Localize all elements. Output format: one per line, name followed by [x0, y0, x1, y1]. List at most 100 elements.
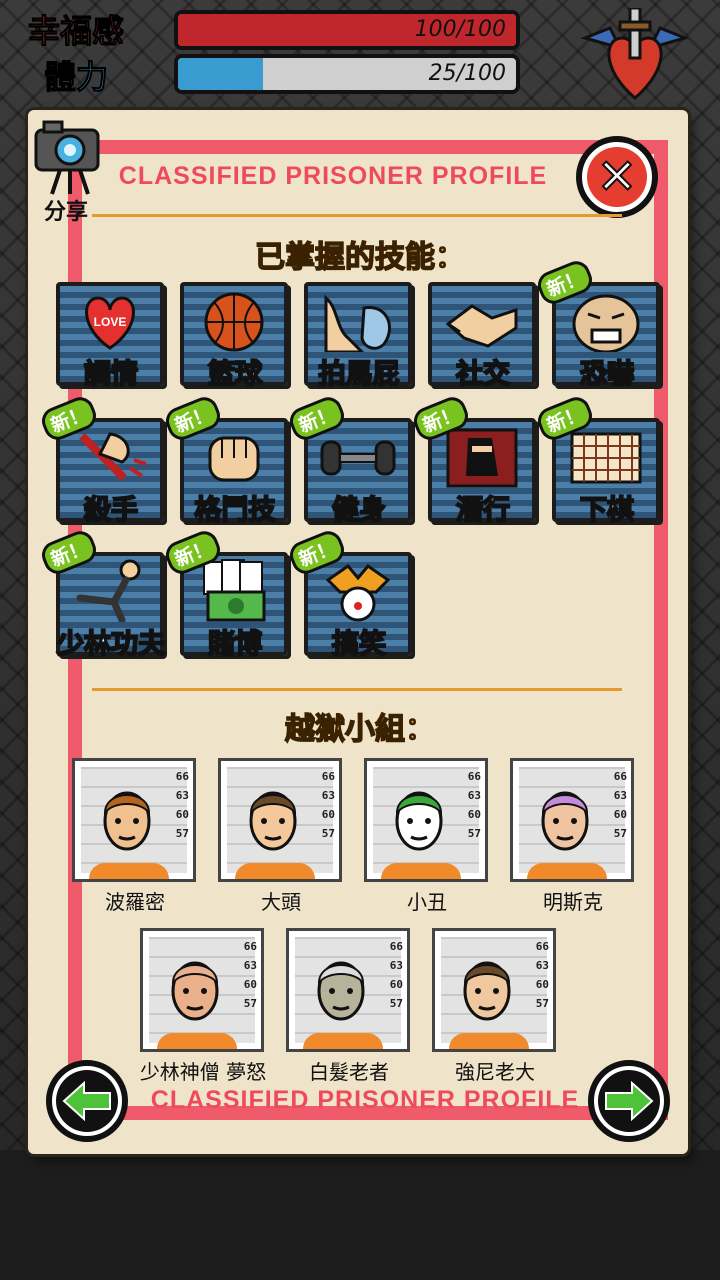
ruler-number: 66 [175, 770, 189, 783]
ruler-number: 57 [467, 827, 481, 840]
ruler-number: 66 [243, 940, 257, 953]
skill-ninja[interactable]: 新！ 潛行 [409, 393, 538, 527]
skill-label: 健身 [331, 494, 387, 527]
mugshot-photo: 66 63 60 57 [140, 928, 264, 1052]
heart-dagger-emblem-icon [580, 8, 690, 100]
ruler-number: 63 [243, 959, 257, 972]
ruler-number: 63 [175, 789, 189, 802]
height-ruler: 66 63 60 57 [390, 937, 403, 1013]
ruler-number: 60 [389, 978, 403, 991]
happiness-label: 幸福感 [27, 12, 125, 51]
ruler-number: 57 [613, 827, 627, 840]
basketball-icon [204, 292, 264, 352]
skill-label: 恐嚇 [579, 358, 635, 391]
ruler-number: 66 [321, 770, 335, 783]
ruler-number: 63 [467, 789, 481, 802]
height-ruler: 66 63 60 57 [244, 937, 257, 1013]
prison-shirt [89, 863, 169, 879]
ruler-number: 57 [243, 997, 257, 1010]
height-ruler: 66 63 60 57 [536, 937, 549, 1013]
ruler-number: 63 [613, 789, 627, 802]
crew-member-name: 強尼老大 [455, 1060, 535, 1084]
skill-jester[interactable]: 新！ 搞笑 [285, 527, 414, 661]
next-button[interactable] [588, 1060, 670, 1142]
mugshot-photo: 66 63 60 57 [364, 758, 488, 882]
ruler-number: 60 [243, 978, 257, 991]
previous-button[interactable] [46, 1060, 128, 1142]
arrow-left-icon [62, 1081, 111, 1121]
mugshot-photo: 66 63 60 57 [286, 928, 410, 1052]
close-button[interactable]: ✕ [576, 136, 658, 218]
kungfu-kick-icon [76, 559, 141, 622]
skill-kiss-butt[interactable]: 拍馬屁 [304, 282, 414, 391]
stamina-bar-fill [178, 58, 263, 90]
handshake-icon [445, 304, 518, 348]
skill-label: 格鬥技 [194, 494, 277, 527]
prisoner-face-icon [171, 961, 219, 1021]
height-ruler: 66 63 60 57 [468, 767, 481, 843]
skill-cards-money[interactable]: 新！ 賭博 [161, 527, 290, 661]
ruler-number: 60 [467, 808, 481, 821]
skill-handshake[interactable]: 社交 [428, 282, 538, 391]
ruler-number: 57 [389, 997, 403, 1010]
height-ruler: 66 63 60 57 [322, 767, 335, 843]
floor-shadow [0, 1150, 720, 1280]
fist-icon [208, 436, 260, 482]
happiness-bar: 100/100 [174, 10, 520, 50]
ruler-number: 66 [389, 940, 403, 953]
skill-fist[interactable]: 新！ 格鬥技 [161, 393, 290, 527]
skill-label: 殺手 [83, 494, 139, 527]
ruler-number: 63 [535, 959, 549, 972]
skills-heading: 已掌握的技能： [254, 239, 466, 276]
dumbbell-icon [320, 440, 396, 476]
knife-hand-icon [79, 432, 147, 481]
ruler-number: 60 [321, 808, 335, 821]
skill-angry-face[interactable]: 新！ 恐嚇 [533, 257, 662, 391]
ruler-number: 60 [613, 808, 627, 821]
prison-shirt [235, 863, 315, 879]
skill-label: 拍馬屁 [318, 358, 401, 391]
skill-basketball[interactable]: 籃球 [180, 282, 290, 391]
angry-face-icon [572, 294, 640, 352]
ruler-number: 57 [321, 827, 335, 840]
prison-shirt [157, 1033, 237, 1049]
stamina-value: 25/100 [428, 61, 506, 86]
crew-member-name: 明斯克 [543, 890, 603, 914]
skill-kungfu-kick[interactable]: 新！ 少林功夫 [37, 527, 166, 661]
ruler-number: 63 [321, 789, 335, 802]
happiness-value: 100/100 [414, 17, 506, 42]
cards-money-icon [203, 559, 266, 622]
skill-dumbbell[interactable]: 新！ 健身 [285, 393, 414, 527]
mugshot-photo: 66 63 60 57 [72, 758, 196, 882]
skill-label: 下棋 [579, 494, 635, 527]
prisoner-face-icon [395, 791, 443, 851]
ruler-number: 60 [175, 808, 189, 821]
prisoner-face-icon [317, 961, 365, 1021]
prisoner-face-icon [103, 791, 151, 851]
skill-label: 賭博 [207, 628, 263, 661]
prison-shirt [527, 863, 607, 879]
skill-label: 潛行 [455, 494, 511, 527]
ruler-number: 57 [175, 827, 189, 840]
ruler-number: 57 [535, 997, 549, 1010]
crew-heading: 越獄小組： [284, 711, 436, 748]
skill-chessboard[interactable]: 新！ 下棋 [533, 393, 662, 527]
skill-label: 少林功夫 [56, 628, 166, 661]
height-ruler: 66 63 60 57 [614, 767, 627, 843]
mugshot-photo: 66 63 60 57 [432, 928, 556, 1052]
prison-shirt [303, 1033, 383, 1049]
ruler-number: 60 [535, 978, 549, 991]
prisoner-face-icon [541, 791, 589, 851]
prison-shirt [381, 863, 461, 879]
ruler-number: 66 [535, 940, 549, 953]
skill-knife-hand[interactable]: 新！ 殺手 [37, 393, 166, 527]
skill-label: 籃球 [207, 358, 263, 391]
ninja-icon [446, 428, 518, 488]
ruler-number: 66 [613, 770, 627, 783]
arrow-right-icon [605, 1081, 654, 1121]
skill-love-heart[interactable]: LOVE 調情 [56, 282, 166, 391]
profile-title-bottom: CLASSIFIED PRISONER PROFILE [150, 1086, 580, 1114]
height-ruler: 66 63 60 57 [176, 767, 189, 843]
jester-icon [325, 563, 391, 622]
share-label: 分享 [43, 200, 88, 225]
